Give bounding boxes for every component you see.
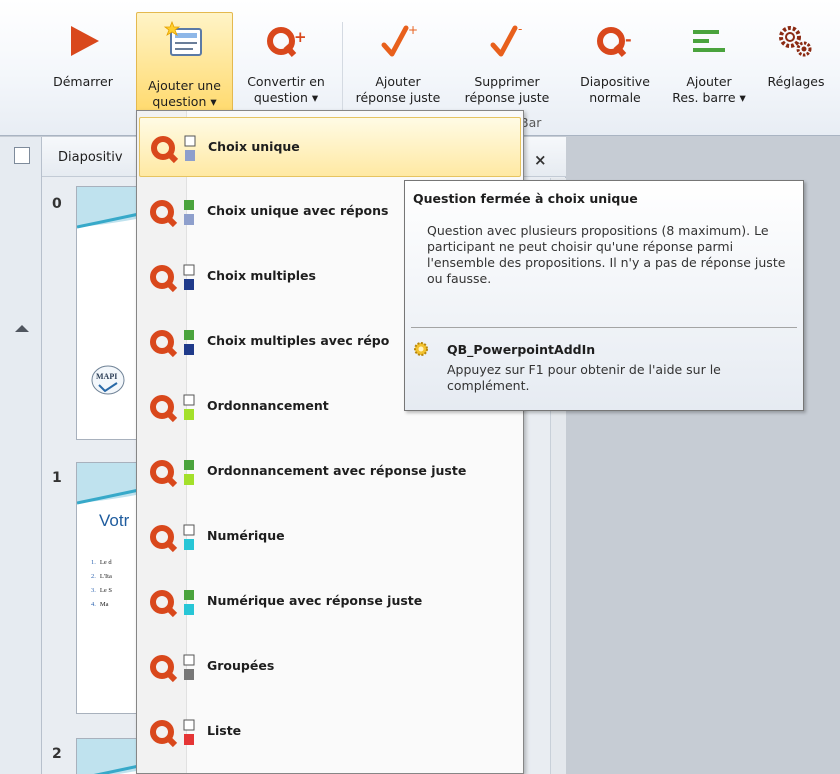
convert-question-button[interactable]: + Convertir en question ▾: [236, 12, 336, 116]
question-type-icon: [150, 524, 195, 553]
menu-item-label: Liste: [207, 723, 242, 738]
add-question-button[interactable]: Ajouter une question ▾: [136, 12, 233, 116]
play-icon: [71, 26, 99, 56]
panel-collapse-strip: [0, 137, 42, 774]
question-type-icon: [150, 330, 194, 358]
menu-item-8[interactable]: Groupées: [139, 637, 521, 697]
slides-panel-tab[interactable]: Diapositiv: [58, 150, 123, 165]
menu-item-label: Ordonnancement avec réponse juste: [207, 463, 467, 478]
menu-item-label: Numérique: [207, 528, 285, 543]
question-type-icon: [151, 135, 196, 164]
start-button-label: Démarrer: [53, 74, 113, 89]
menu-item-9[interactable]: Liste: [139, 702, 521, 762]
slide-list-item: 1. Le d: [91, 559, 112, 566]
slide-number: 2: [52, 746, 62, 762]
normal-slide-icon: -: [597, 27, 632, 57]
slides-pane-icon[interactable]: [14, 147, 30, 164]
tooltip-divider: [411, 327, 797, 328]
scroll-up-arrow-icon[interactable]: [15, 325, 29, 332]
add-results-bar-label: Ajouter Res. barre ▾: [672, 74, 746, 105]
convert-question-icon: +: [267, 27, 307, 57]
menu-item-label: Ordonnancement: [207, 398, 329, 413]
svg-text:+: +: [294, 28, 307, 46]
start-button[interactable]: Démarrer: [40, 12, 126, 116]
question-type-icon: [150, 200, 194, 228]
tooltip-title: Question fermée à choix unique: [413, 191, 638, 206]
mapi-logo: MAPI: [91, 365, 125, 395]
settings-button[interactable]: Réglages: [756, 12, 836, 116]
add-question-label: Ajouter une question ▾: [148, 78, 221, 109]
add-correct-answer-label: Ajouter réponse juste: [355, 74, 441, 105]
remove-correct-answer-label: Supprimer réponse juste: [464, 74, 550, 105]
add-results-bar-button[interactable]: Ajouter Res. barre ▾: [664, 12, 754, 116]
ribbon-separator: [342, 22, 343, 110]
svg-text:-: -: [518, 22, 522, 36]
slide-list-item: 2. L'Ita: [91, 573, 112, 580]
svg-text:MAPI: MAPI: [96, 372, 117, 381]
tooltip: Question fermée à choix unique Question …: [404, 180, 804, 411]
settings-label: Réglages: [767, 74, 825, 89]
add-correct-answer-icon: +: [381, 23, 418, 57]
slide-title: Votr: [99, 511, 130, 530]
addin-name: QB_PowerpointAddIn: [447, 342, 596, 357]
settings-gears-icon: [779, 26, 812, 57]
slide-number: 1: [52, 470, 62, 486]
add-correct-answer-button[interactable]: + Ajouter réponse juste: [346, 12, 450, 116]
addin-help-text: Appuyez sur F1 pour obtenir de l'aide su…: [447, 362, 721, 393]
question-type-icon: [150, 590, 194, 618]
convert-question-label: Convertir en question ▾: [247, 74, 325, 105]
remove-correct-answer-icon: -: [490, 22, 522, 57]
menu-item-6[interactable]: Numérique: [139, 507, 521, 567]
menu-item-label: Choix multiples avec répo: [207, 333, 390, 348]
menu-item-7[interactable]: Numérique avec réponse juste: [139, 572, 521, 632]
menu-item-label: Choix multiples: [207, 268, 316, 283]
question-type-icon: [150, 264, 195, 293]
normal-slide-label: Diapositive normale: [580, 74, 650, 105]
close-icon[interactable]: ×: [534, 151, 547, 169]
menu-item-label: Groupées: [207, 658, 275, 673]
svg-text:+: +: [408, 23, 418, 37]
menu-item-label: Choix unique: [208, 139, 300, 154]
results-bar-icon: [693, 30, 725, 52]
slide-number: 0: [52, 196, 62, 212]
addin-gear-icon: [414, 342, 428, 356]
slide-list-item: 4. Ma: [91, 601, 109, 608]
menu-item-label: Numérique avec réponse juste: [207, 593, 423, 608]
question-type-icon: [150, 654, 195, 683]
menu-item-5[interactable]: Ordonnancement avec réponse juste: [139, 442, 521, 502]
add-question-icon: [163, 21, 202, 56]
svg-text:-: -: [625, 30, 632, 49]
tooltip-description: Question avec plusieurs propositions (8 …: [427, 223, 786, 286]
menu-item-0[interactable]: Choix unique: [139, 117, 521, 177]
remove-correct-answer-button[interactable]: - Supprimer réponse juste: [452, 12, 562, 116]
question-type-icon: [150, 394, 195, 423]
question-type-icon: [150, 460, 194, 488]
slide-list-item: 3. Le S: [91, 587, 112, 594]
question-type-icon: [150, 719, 195, 748]
normal-slide-button[interactable]: - Diapositive normale: [566, 12, 664, 116]
menu-item-label: Choix unique avec répons: [207, 203, 389, 218]
